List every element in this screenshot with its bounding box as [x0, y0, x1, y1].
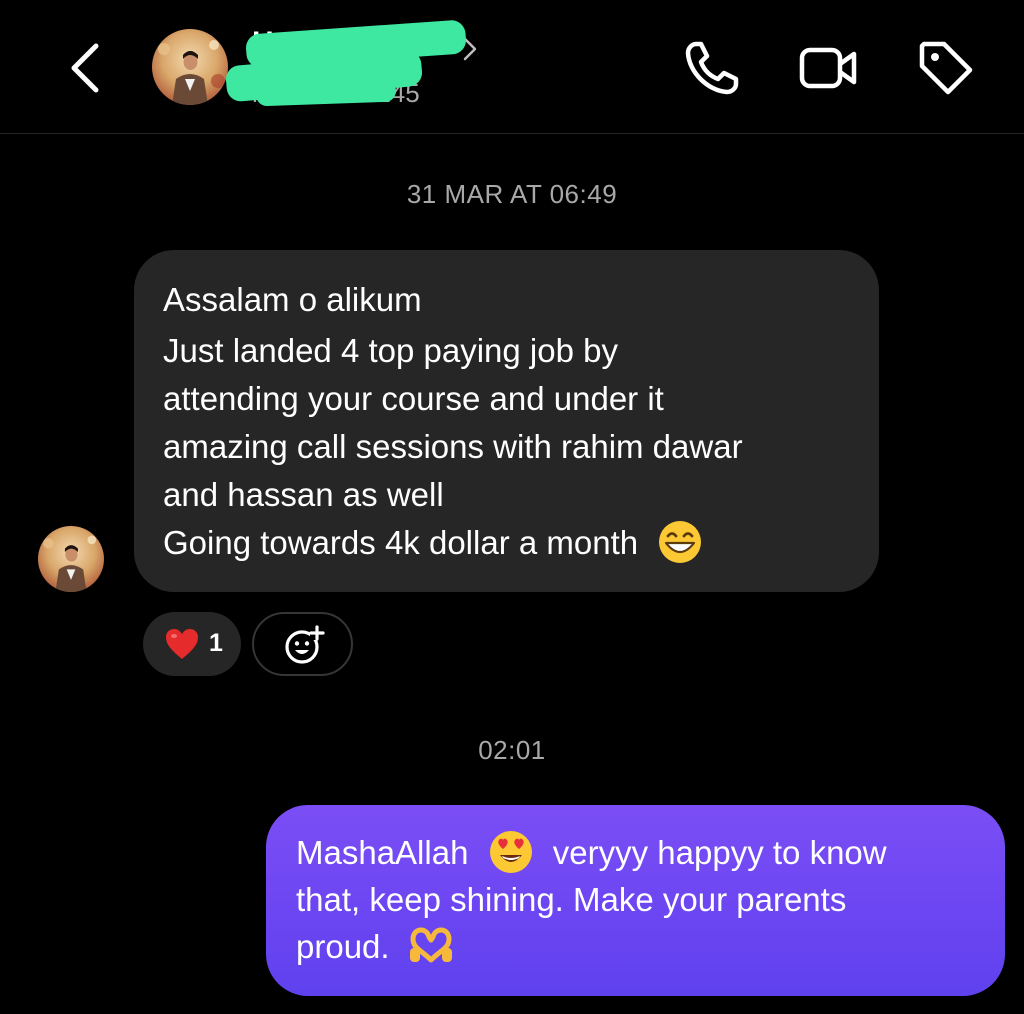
tag-icon	[919, 41, 973, 95]
incoming-message-bubble[interactable]: Assalam o alikum Just landed 4 top payin…	[134, 250, 879, 592]
message-line: proud.	[296, 923, 985, 970]
heart-hands-emoji-icon	[409, 927, 452, 963]
message-line: attending your course and under it	[163, 380, 664, 417]
reaction-heart-pill[interactable]: 1	[143, 612, 241, 676]
add-reaction-icon	[285, 625, 325, 664]
heart-eyes-emoji-icon	[489, 831, 532, 874]
message-line: Assalam o alikum	[163, 281, 422, 318]
back-button[interactable]	[62, 40, 110, 96]
message-text: proud.	[296, 928, 390, 965]
contact-avatar[interactable]	[152, 29, 228, 105]
video-camera-icon	[799, 47, 857, 89]
outgoing-message-bubble[interactable]: MashaAllah veryyy happyy to know that, k…	[266, 805, 1005, 996]
message-line: Just landed 4 top paying job by	[163, 332, 618, 369]
message-line: amazing call sessions with rahim dawar	[163, 428, 743, 465]
message-line: MashaAllah veryyy happyy to know	[296, 829, 985, 876]
video-call-button[interactable]	[796, 36, 860, 100]
message-line: and hassan as well	[163, 476, 444, 513]
message-timestamp: 31 MAR AT 06:49	[406, 179, 618, 209]
phone-icon	[685, 41, 739, 95]
chat-header: Hassan Ali hassanali2145	[0, 0, 1024, 134]
message-text: veryyy happyy to know	[552, 834, 887, 871]
message-text: MashaAllah	[296, 834, 469, 871]
avatar-image	[152, 29, 228, 105]
add-reaction-button[interactable]	[252, 612, 353, 676]
avatar-image	[38, 526, 104, 592]
audio-call-button[interactable]	[680, 36, 744, 100]
sender-avatar[interactable]	[38, 526, 104, 592]
reaction-count: 1	[209, 629, 223, 657]
chevron-left-icon	[71, 43, 99, 93]
red-heart-icon	[166, 629, 198, 659]
message-line-last: Going towards 4k dollar a month	[163, 519, 849, 567]
grinning-face-emoji-icon	[659, 521, 702, 564]
message-line: that, keep shining. Make your parents	[296, 881, 847, 918]
message-timestamp: 02:01	[478, 735, 546, 765]
tag-button[interactable]	[914, 36, 978, 100]
message-line-text: Going towards 4k dollar a month	[163, 524, 639, 561]
